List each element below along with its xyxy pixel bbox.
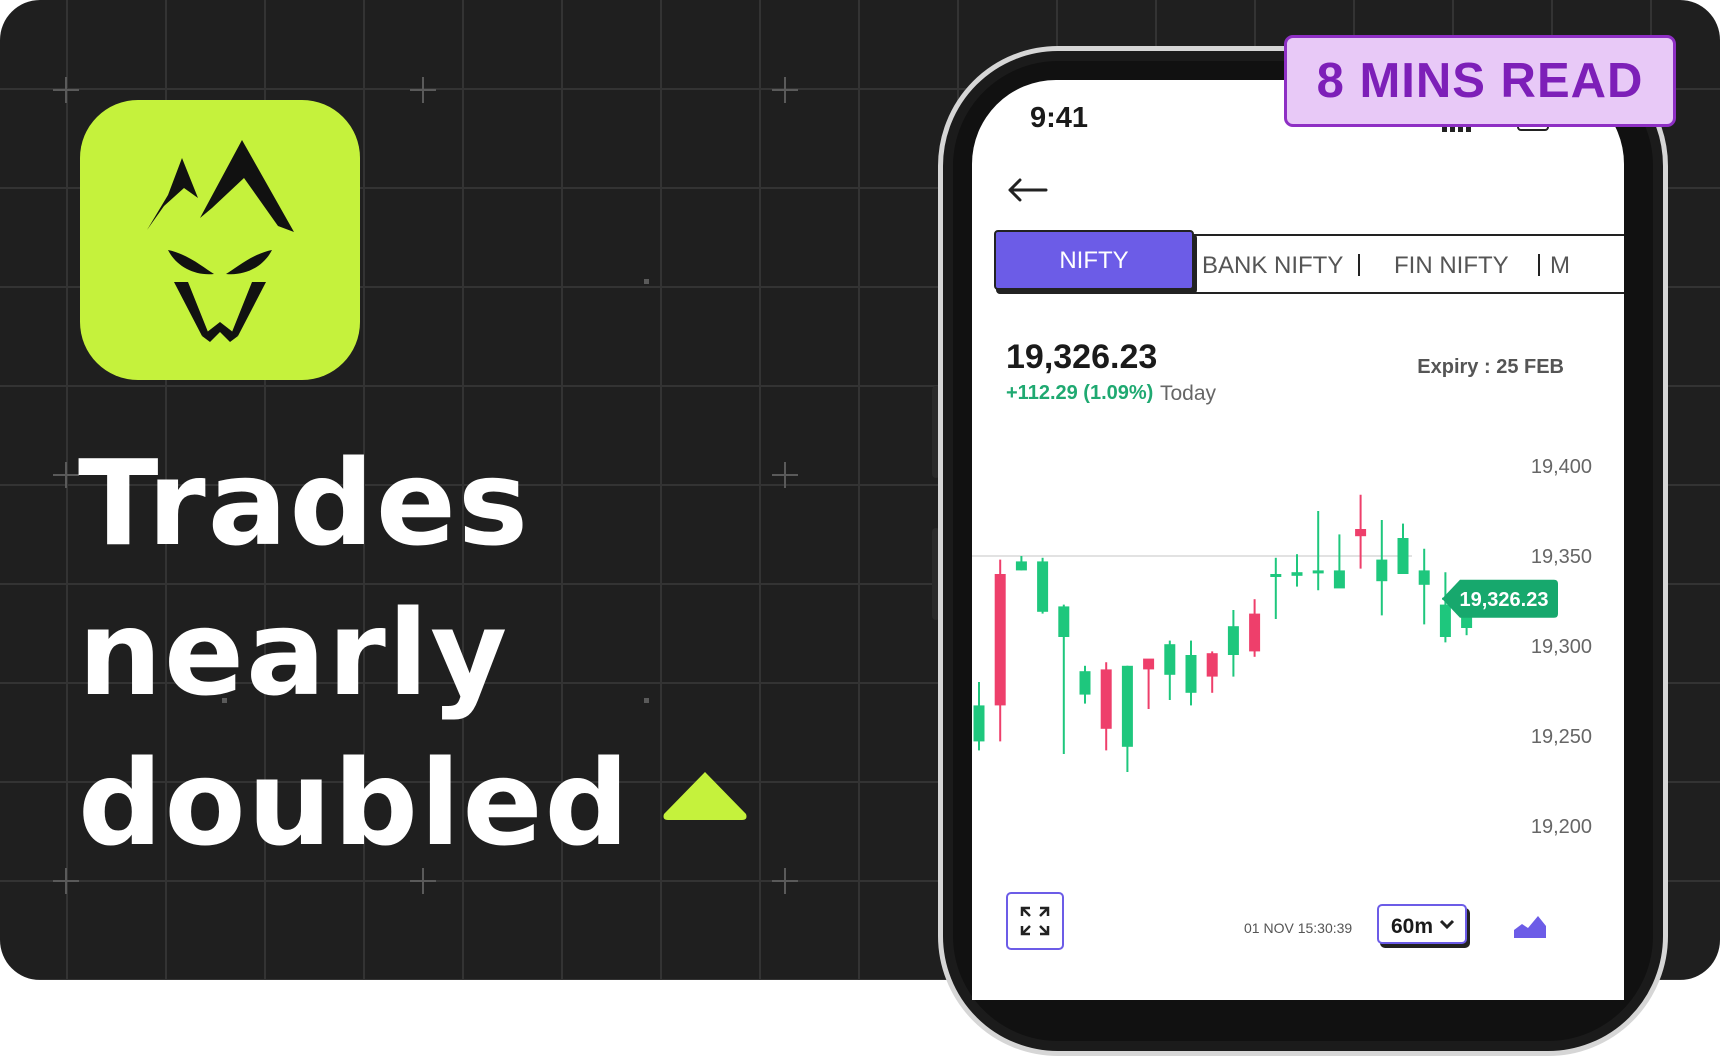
y-tick-label: 19,200 [1531, 816, 1592, 838]
y-tick-label: 19,400 [1531, 456, 1592, 478]
candlestick-chart[interactable]: 19,400 19,350 19,300 19,250 19,200 19,326.23 [972, 80, 1624, 1000]
grid-dot [644, 279, 649, 284]
grid-cross-mark [53, 462, 79, 488]
candle-body [1227, 626, 1239, 655]
grid-dot [644, 698, 649, 703]
phone-screen: 9:41 BANK NIFTY FIN NIFTY M NIFTY 19,326… [972, 80, 1624, 1000]
candle-body [1270, 574, 1282, 577]
read-time-badge: 8 MINS READ [1284, 35, 1676, 127]
headline-line-1: Trades [78, 434, 531, 572]
candle-body [1079, 671, 1091, 695]
candle-body [1291, 572, 1303, 576]
chevron-down-icon [1439, 919, 1455, 930]
y-tick-label: 19,250 [1531, 726, 1592, 748]
candle-body [1333, 570, 1345, 589]
grid-cross-mark [53, 77, 79, 103]
chart-timestamp: 01 NOV 15:30:39 [1244, 920, 1353, 936]
up-triangle-icon [663, 772, 747, 820]
candle-body [1355, 529, 1367, 537]
current-price-label: 19,326.23 [1460, 589, 1549, 611]
interval-dropdown[interactable]: 60m [1377, 904, 1467, 944]
candle-body [1121, 665, 1133, 747]
fullscreen-button[interactable] [1006, 892, 1064, 950]
candle-body [1143, 658, 1155, 670]
headline-line-3: doubled [78, 734, 631, 872]
candle-body [1037, 561, 1049, 612]
candle-body [1164, 644, 1176, 675]
candle-body [1418, 570, 1430, 585]
candle-body [1376, 559, 1388, 582]
candle-body [1100, 669, 1112, 729]
candle-body [973, 705, 985, 742]
candle-body [1015, 561, 1027, 571]
y-tick-label: 19,350 [1531, 546, 1592, 568]
candle-body [994, 574, 1006, 706]
grid-cross-mark [772, 868, 798, 894]
grid-cross-mark [53, 868, 79, 894]
grid-cross-mark [772, 462, 798, 488]
app-logo [80, 100, 360, 380]
candle-body [1439, 604, 1451, 637]
expand-icon [1020, 906, 1050, 936]
candle-body [1312, 570, 1324, 574]
y-tick-label: 19,300 [1531, 636, 1592, 658]
area-chart-icon[interactable] [1512, 910, 1548, 940]
grid-cross-mark [772, 77, 798, 103]
grid-cross-mark [410, 77, 436, 103]
headline-line-2: nearly [78, 584, 510, 722]
candle-body [1185, 655, 1197, 693]
candle-body [1249, 613, 1261, 652]
interval-value: 60m [1391, 915, 1434, 938]
headline: Trades nearly doubled [78, 428, 631, 878]
candle-body [1058, 606, 1070, 637]
candle-body [1397, 538, 1409, 574]
wolf-mask-icon [147, 140, 294, 342]
candle-body [1206, 653, 1218, 677]
